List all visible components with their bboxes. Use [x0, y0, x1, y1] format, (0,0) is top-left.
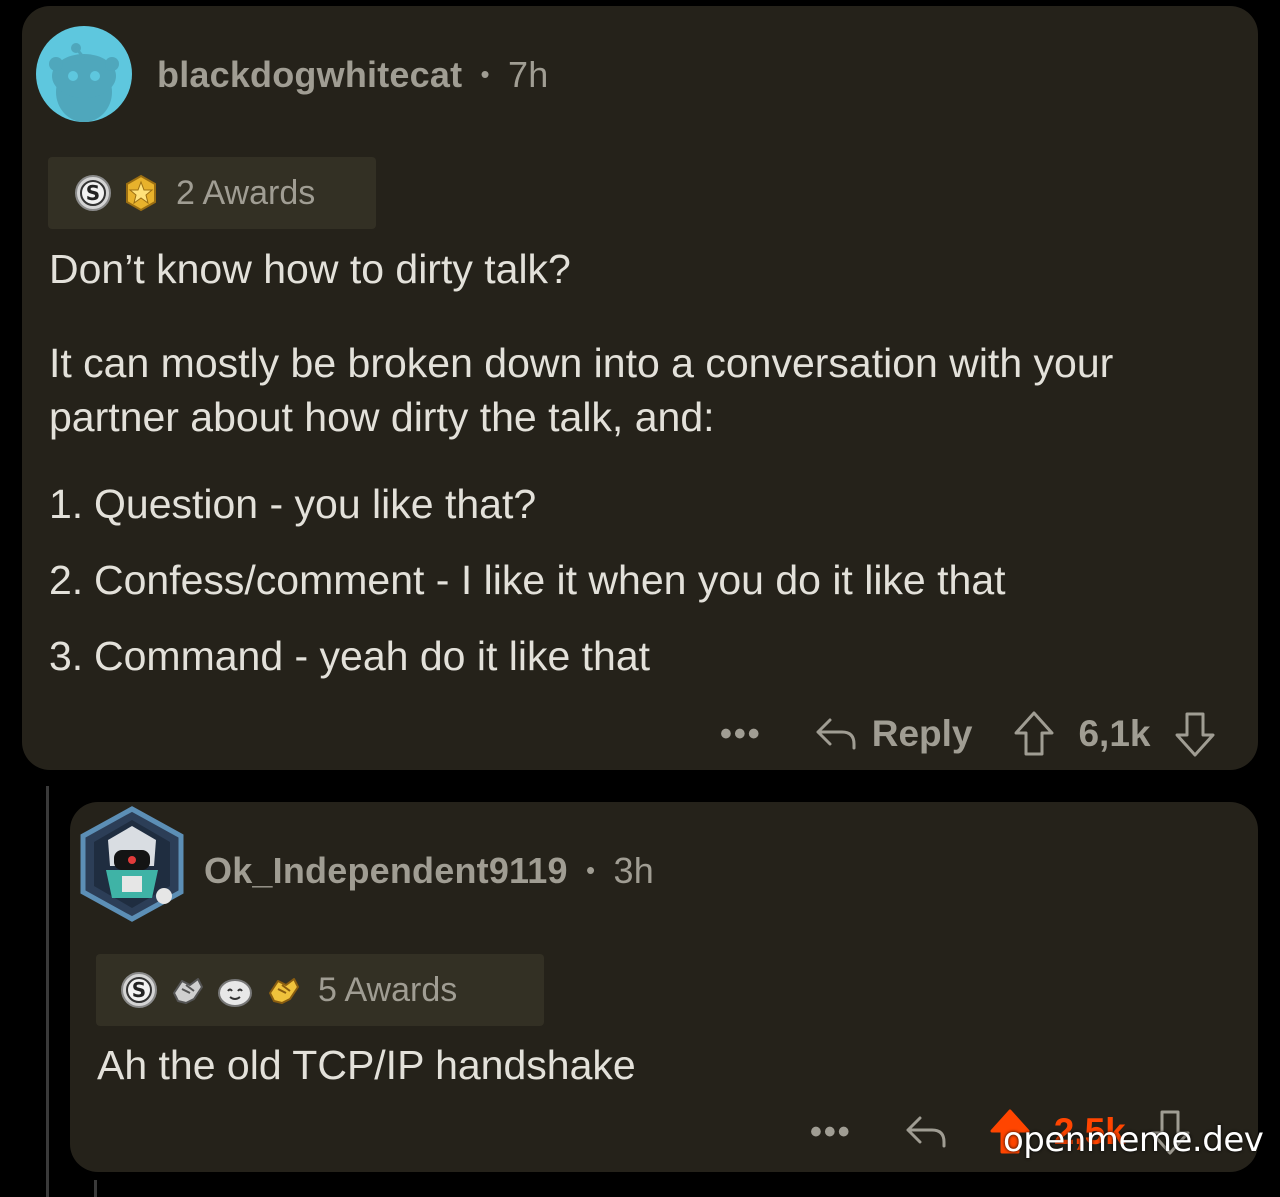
more-options-button[interactable]: •••	[720, 715, 762, 754]
list-number: 2.	[49, 557, 84, 603]
gold-award-icon	[126, 174, 156, 212]
reply-arrow-icon	[816, 718, 856, 750]
thread-line[interactable]	[94, 1180, 97, 1197]
comment-paragraph: Don’t know how to dirty talk?	[49, 246, 571, 292]
list-text: Question - you like that?	[94, 481, 537, 527]
more-options-button[interactable]: •••	[810, 1113, 852, 1152]
silver-award-icon: S	[75, 175, 111, 211]
list-text: Confess/comment - I like it when you do …	[94, 557, 1006, 603]
awards-count: 2 Awards	[176, 173, 316, 212]
awards-box[interactable]: S 5 Awards	[96, 954, 544, 1026]
username-link[interactable]: Ok_Independent9119	[204, 850, 568, 891]
reply-button[interactable]	[904, 1114, 948, 1150]
comment-header: Ok_Independent9119 • 3h	[204, 850, 654, 892]
downvote-arrow-icon[interactable]	[1173, 710, 1217, 758]
list-item: 3. Command - yeah do it like that	[49, 618, 1229, 694]
thread-line[interactable]	[46, 786, 49, 1197]
comment-paragraph: It can mostly be broken down into a conv…	[49, 340, 1114, 440]
reply-arrow-icon	[906, 1116, 946, 1148]
username-link[interactable]: blackdogwhitecat	[157, 54, 462, 95]
user-avatar[interactable]	[36, 26, 132, 122]
vote-controls: 6,1k	[1012, 710, 1216, 758]
list-item: 2. Confess/comment - I like it when you …	[49, 542, 1229, 618]
list-number: 3.	[49, 633, 84, 679]
user-avatar[interactable]	[78, 806, 186, 922]
header-separator: •	[585, 855, 596, 885]
svg-text:S: S	[132, 978, 146, 1002]
silver-award-icon: S	[121, 972, 157, 1008]
comment-actions: ••• Reply 6,1k	[720, 710, 1217, 758]
wholesome-award-icon	[218, 979, 252, 1007]
upvote-arrow-icon[interactable]	[1012, 710, 1056, 758]
handshake-award-icon	[173, 978, 203, 1004]
timestamp: 3h	[613, 850, 654, 891]
comment-body: Ah the old TCP/IP handshake	[97, 1038, 1197, 1092]
list-item: 1. Question - you like that?	[49, 466, 1229, 542]
vote-score: 6,1k	[1078, 713, 1151, 754]
awards-count: 5 Awards	[318, 970, 458, 1009]
svg-text:S: S	[86, 181, 100, 205]
comment-paragraph: Ah the old TCP/IP handshake	[97, 1042, 636, 1088]
numbered-list: 1. Question - you like that? 2. Confess/…	[49, 466, 1229, 694]
reply-label: Reply	[871, 713, 973, 754]
list-number: 1.	[49, 481, 84, 527]
timestamp: 7h	[507, 54, 549, 95]
comment-header: blackdogwhitecat • 7h	[157, 54, 548, 96]
list-text: Command - yeah do it like that	[94, 633, 651, 679]
awards-box[interactable]: S 2 Awards	[48, 157, 376, 229]
header-separator: •	[480, 59, 490, 89]
comment-body: Don’t know how to dirty talk? It can mos…	[49, 242, 1229, 694]
reply-button[interactable]: Reply	[814, 713, 973, 755]
watermark: openmeme.dev	[1003, 1120, 1264, 1160]
gold-handshake-award-icon	[269, 978, 299, 1004]
